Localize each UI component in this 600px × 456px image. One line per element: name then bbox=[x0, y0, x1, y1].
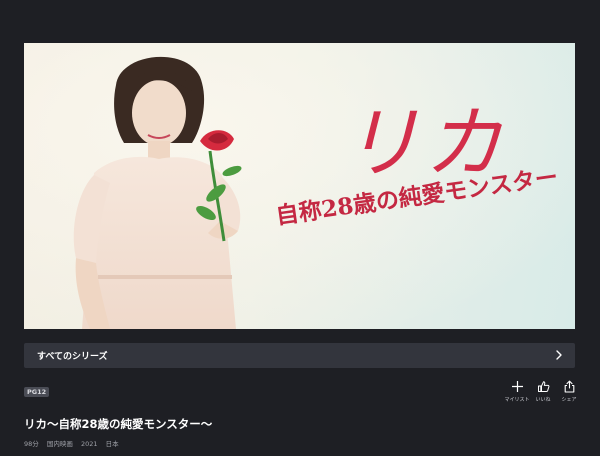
chevron-right-icon bbox=[556, 350, 562, 360]
page: リカ 自称28歳の純愛モンスター すべてのシリーズ PG12 マイリスト いいね bbox=[0, 0, 600, 456]
share-button[interactable]: シェア bbox=[554, 380, 584, 406]
all-series-label: すべてのシリーズ bbox=[37, 352, 108, 362]
content-meta: 98分 国内映画 2021 日本 bbox=[24, 438, 125, 448]
share-label: シェア bbox=[561, 397, 577, 403]
meta-country: 日本 bbox=[105, 440, 119, 448]
thumbs-up-icon bbox=[537, 381, 549, 392]
hero-title-main: リカ bbox=[342, 99, 507, 189]
meta-year: 2021 bbox=[80, 440, 98, 448]
content-title: リカ〜自称28歳の純愛モンスター〜 bbox=[24, 417, 213, 431]
meta-genre: 国内映画 bbox=[46, 440, 73, 448]
share-icon bbox=[564, 380, 574, 393]
meta-duration: 98分 bbox=[24, 440, 39, 448]
top-bar bbox=[0, 0, 600, 43]
hero-image[interactable]: リカ 自称28歳の純愛モンスター bbox=[24, 43, 575, 329]
plus-icon bbox=[511, 381, 523, 392]
rating-badge: PG12 bbox=[24, 387, 50, 397]
all-series-button[interactable]: すべてのシリーズ bbox=[24, 343, 575, 368]
action-bar: マイリスト いいね シェア bbox=[502, 380, 582, 406]
